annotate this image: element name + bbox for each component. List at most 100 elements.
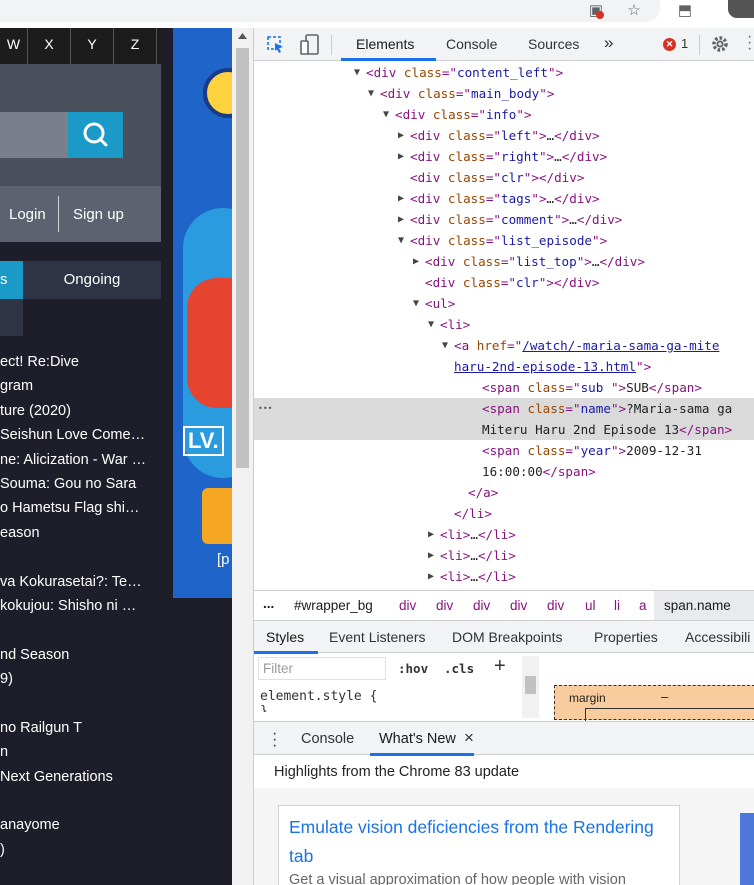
anime-title-item[interactable]: Souma: Gou no Sara xyxy=(0,472,161,496)
signup-link[interactable]: Sign up xyxy=(73,206,124,223)
dom-node-line[interactable]: ▶ <div class="right">…</div> xyxy=(254,146,754,167)
anime-title-item[interactable] xyxy=(0,789,161,813)
dom-node-line[interactable]: ▼ <a href="/watch/-maria-sama-ga-mite xyxy=(254,335,754,356)
drawer-tab-console[interactable]: Console xyxy=(301,731,354,747)
hov-toggle[interactable]: :hov xyxy=(398,661,428,676)
collapse-triangle-icon[interactable]: ▼ xyxy=(413,293,419,314)
more-options-icon[interactable]: · · · xyxy=(747,29,752,57)
star-icon[interactable]: ☆ xyxy=(625,2,643,20)
inspect-element-icon[interactable] xyxy=(266,35,286,55)
breadcrumb-item[interactable]: a xyxy=(639,598,647,613)
expand-triangle-icon[interactable]: ▶ xyxy=(428,566,434,587)
dom-node-line[interactable]: ▶ <li>…</li> xyxy=(254,524,754,545)
breadcrumb-item[interactable]: ul xyxy=(585,598,596,613)
breadcrumb-ellipsis[interactable]: ... xyxy=(263,596,274,611)
letter-z[interactable]: Z xyxy=(114,28,157,64)
drawer-menu-icon[interactable]: · · · xyxy=(272,726,277,754)
tab-recent[interactable]: s xyxy=(0,261,23,299)
styles-filter-input[interactable]: Filter xyxy=(258,657,386,680)
node-actions-icon[interactable]: ••• xyxy=(258,398,272,419)
extension-icon[interactable]: ▣ xyxy=(587,2,605,20)
anime-title-item[interactable]: ) xyxy=(0,838,161,862)
letter-w[interactable]: W xyxy=(0,28,28,64)
collapse-triangle-icon[interactable]: ▼ xyxy=(354,62,360,83)
breadcrumb-selected[interactable]: span.name xyxy=(664,598,731,613)
breadcrumb-root[interactable]: #wrapper_bg xyxy=(294,598,373,613)
anime-title-item[interactable]: ture (2020) xyxy=(0,399,161,423)
dom-node-line[interactable]: ▶ <div class="left">…</div> xyxy=(254,125,754,146)
dom-node-line[interactable]: haru-2nd-episode-13.html"> xyxy=(254,356,754,377)
collapse-triangle-icon[interactable]: ▼ xyxy=(428,314,434,335)
anime-title-item[interactable]: 9) xyxy=(0,667,161,691)
expand-triangle-icon[interactable]: ▶ xyxy=(398,209,404,230)
anime-title-item[interactable]: ne: Alicization - War … xyxy=(0,448,161,472)
anime-title-item[interactable]: kokujou: Shisho ni … xyxy=(0,594,161,618)
profile-avatar[interactable] xyxy=(728,0,754,18)
dom-node-line[interactable]: ▼ <li> xyxy=(254,314,754,335)
error-icon[interactable]: ✕ xyxy=(663,38,676,51)
collapse-triangle-icon[interactable]: ▼ xyxy=(368,83,374,104)
dom-token[interactable]: haru-2nd-episode-13.html xyxy=(454,359,636,374)
breadcrumb-item[interactable]: div xyxy=(547,598,564,613)
dom-node-line[interactable]: </a> xyxy=(254,482,754,503)
collapse-triangle-icon[interactable]: ▼ xyxy=(442,335,448,356)
new-rule-button[interactable]: + xyxy=(494,655,506,678)
expand-triangle-icon[interactable]: ▶ xyxy=(413,251,419,272)
dom-node-line[interactable]: Miteru Haru 2nd Episode 13</span> xyxy=(254,419,754,440)
collapse-triangle-icon[interactable]: ▼ xyxy=(383,104,389,125)
dom-node-line[interactable]: ▶ <div class="tags">…</div> xyxy=(254,188,754,209)
dom-node-line[interactable]: ••• <span class="name">?Maria-sama ga xyxy=(254,398,754,419)
anime-title-item[interactable]: n xyxy=(0,740,161,764)
feature-card-title[interactable]: Emulate vision deficiencies from the Ren… xyxy=(289,813,669,871)
drawer-tab-whats-new[interactable]: What's New xyxy=(379,731,456,747)
expand-triangle-icon[interactable]: ▶ xyxy=(398,125,404,146)
tab-sources[interactable]: Sources xyxy=(528,36,579,52)
letter-x[interactable]: X xyxy=(28,28,71,64)
dom-node-line[interactable]: <div class="clr"></div> xyxy=(254,272,754,293)
anime-title-item[interactable] xyxy=(0,545,161,569)
tab-elements[interactable]: Elements xyxy=(356,36,414,52)
anime-title-item[interactable]: nd Season xyxy=(0,643,161,667)
breadcrumb-item[interactable]: div xyxy=(399,598,416,613)
error-count[interactable]: 1 xyxy=(681,36,688,51)
anime-title-item[interactable]: va Kokurasetai?: Te… xyxy=(0,570,161,594)
box-model-margin[interactable]: margin – xyxy=(554,685,754,721)
anime-title-item[interactable]: Next Generations xyxy=(0,765,161,789)
styles-scrollbar[interactable] xyxy=(522,656,539,718)
cls-toggle[interactable]: .cls xyxy=(444,661,474,676)
dom-node-line[interactable]: <span class="year">2009-12-31 xyxy=(254,440,754,461)
more-tabs-icon[interactable]: » xyxy=(604,33,613,53)
expand-triangle-icon[interactable]: ▶ xyxy=(398,188,404,209)
ad-banner[interactable]: LV. [p xyxy=(173,28,232,598)
expand-triangle-icon[interactable]: ▶ xyxy=(428,545,434,566)
margin-value[interactable]: – xyxy=(661,689,668,704)
anime-title-item[interactable]: gram xyxy=(0,374,161,398)
dom-node-line[interactable]: ▼ <ul> xyxy=(254,293,754,314)
anime-title-item[interactable]: Seishun Love Come… xyxy=(0,423,161,447)
tab-dom-breakpoints[interactable]: DOM Breakpoints xyxy=(452,629,562,645)
search-button[interactable] xyxy=(68,112,123,158)
collapse-triangle-icon[interactable]: ▼ xyxy=(398,230,404,251)
dom-node-line[interactable]: </li> xyxy=(254,503,754,524)
device-toolbar-icon[interactable] xyxy=(300,34,320,56)
styles-scrollbar-thumb[interactable] xyxy=(525,676,536,694)
scroll-up-arrow-icon[interactable] xyxy=(237,32,248,40)
settings-gear-icon[interactable] xyxy=(710,34,730,54)
anime-title-item[interactable]: anayome xyxy=(0,813,161,837)
tab-accessibility[interactable]: Accessibili xyxy=(685,629,750,645)
dom-node-line[interactable]: <div class="clr"></div> xyxy=(254,167,754,188)
dom-token[interactable]: /watch/-maria-sama-ga-mite xyxy=(522,338,719,353)
dom-node-line[interactable]: ▼ <div class="info"> xyxy=(254,104,754,125)
dom-node-line[interactable]: ▶ <div class="list_top">…</div> xyxy=(254,251,754,272)
tab-properties[interactable]: Properties xyxy=(594,629,658,645)
anime-title-item[interactable] xyxy=(0,691,161,715)
search-input[interactable] xyxy=(0,112,68,158)
close-icon[interactable]: × xyxy=(464,728,474,748)
dom-node-line[interactable]: 16:00:00</span> xyxy=(254,461,754,482)
dom-node-line[interactable]: ▼ <div class="main_body"> xyxy=(254,83,754,104)
letter-y[interactable]: Y xyxy=(71,28,114,64)
dom-node-line[interactable]: ▶ <li>…</li> xyxy=(254,566,754,587)
dom-node-line[interactable]: ▼ <div class="list_episode"> xyxy=(254,230,754,251)
breadcrumb-item[interactable]: div xyxy=(436,598,453,613)
anime-title-item[interactable]: ect! Re:Dive xyxy=(0,350,161,374)
